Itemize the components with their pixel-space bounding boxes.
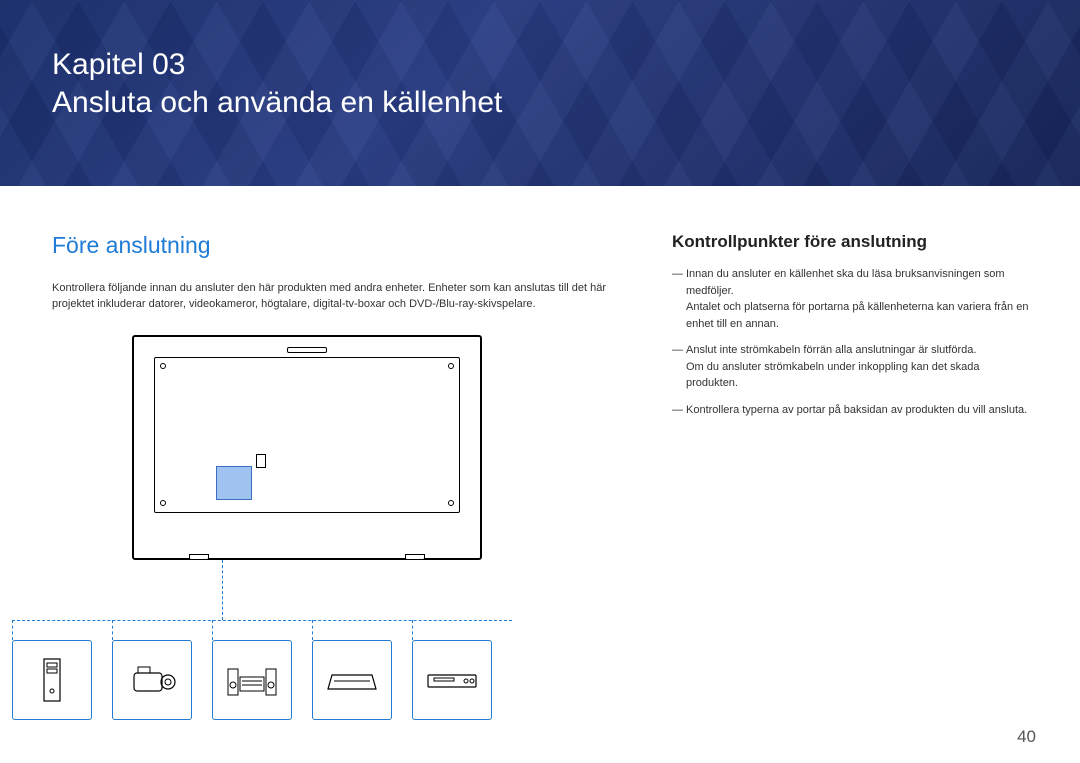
device-stereo-system <box>212 640 292 720</box>
subsection-title: Kontrollpunkter före anslutning <box>672 232 1030 252</box>
checkpoint-sub: Antalet och platserna för portarna på kä… <box>686 299 1030 332</box>
page-number: 40 <box>1017 727 1036 747</box>
checkpoint-main: Anslut inte strömkabeln förrän alla ansl… <box>686 344 976 356</box>
checkpoint-sub: Om du ansluter strömkabeln under inkoppl… <box>686 359 1030 392</box>
checkpoint-item: Innan du ansluter en källenhet ska du lä… <box>672 266 1030 332</box>
checkpoint-item: Anslut inte strömkabeln förrän alla ansl… <box>672 342 1030 392</box>
device-disc-player <box>412 640 492 720</box>
checkpoint-main: Kontrollera typerna av portar på baksida… <box>686 404 1027 416</box>
checkpoint-list: Innan du ansluter en källenhet ska du lä… <box>672 266 1030 418</box>
device-pc-tower <box>12 640 92 720</box>
chapter-title: Ansluta och använda en källenhet <box>52 84 1080 122</box>
chapter-banner: Kapitel 03 Ansluta och använda en källen… <box>0 0 1080 186</box>
chapter-label: Kapitel 03 <box>52 46 1080 84</box>
checkpoint-item: Kontrollera typerna av portar på baksida… <box>672 402 1030 419</box>
section-title: Före anslutning <box>52 232 612 259</box>
device-set-top-box <box>312 640 392 720</box>
intro-paragraph: Kontrollera följande innan du ansluter d… <box>52 281 612 313</box>
device-camcorder <box>112 640 192 720</box>
connection-diagram <box>52 335 612 560</box>
checkpoint-main: Innan du ansluter en källenhet ska du lä… <box>686 268 1005 297</box>
tv-back-panel <box>132 335 482 560</box>
highlighted-port-area <box>216 466 252 500</box>
